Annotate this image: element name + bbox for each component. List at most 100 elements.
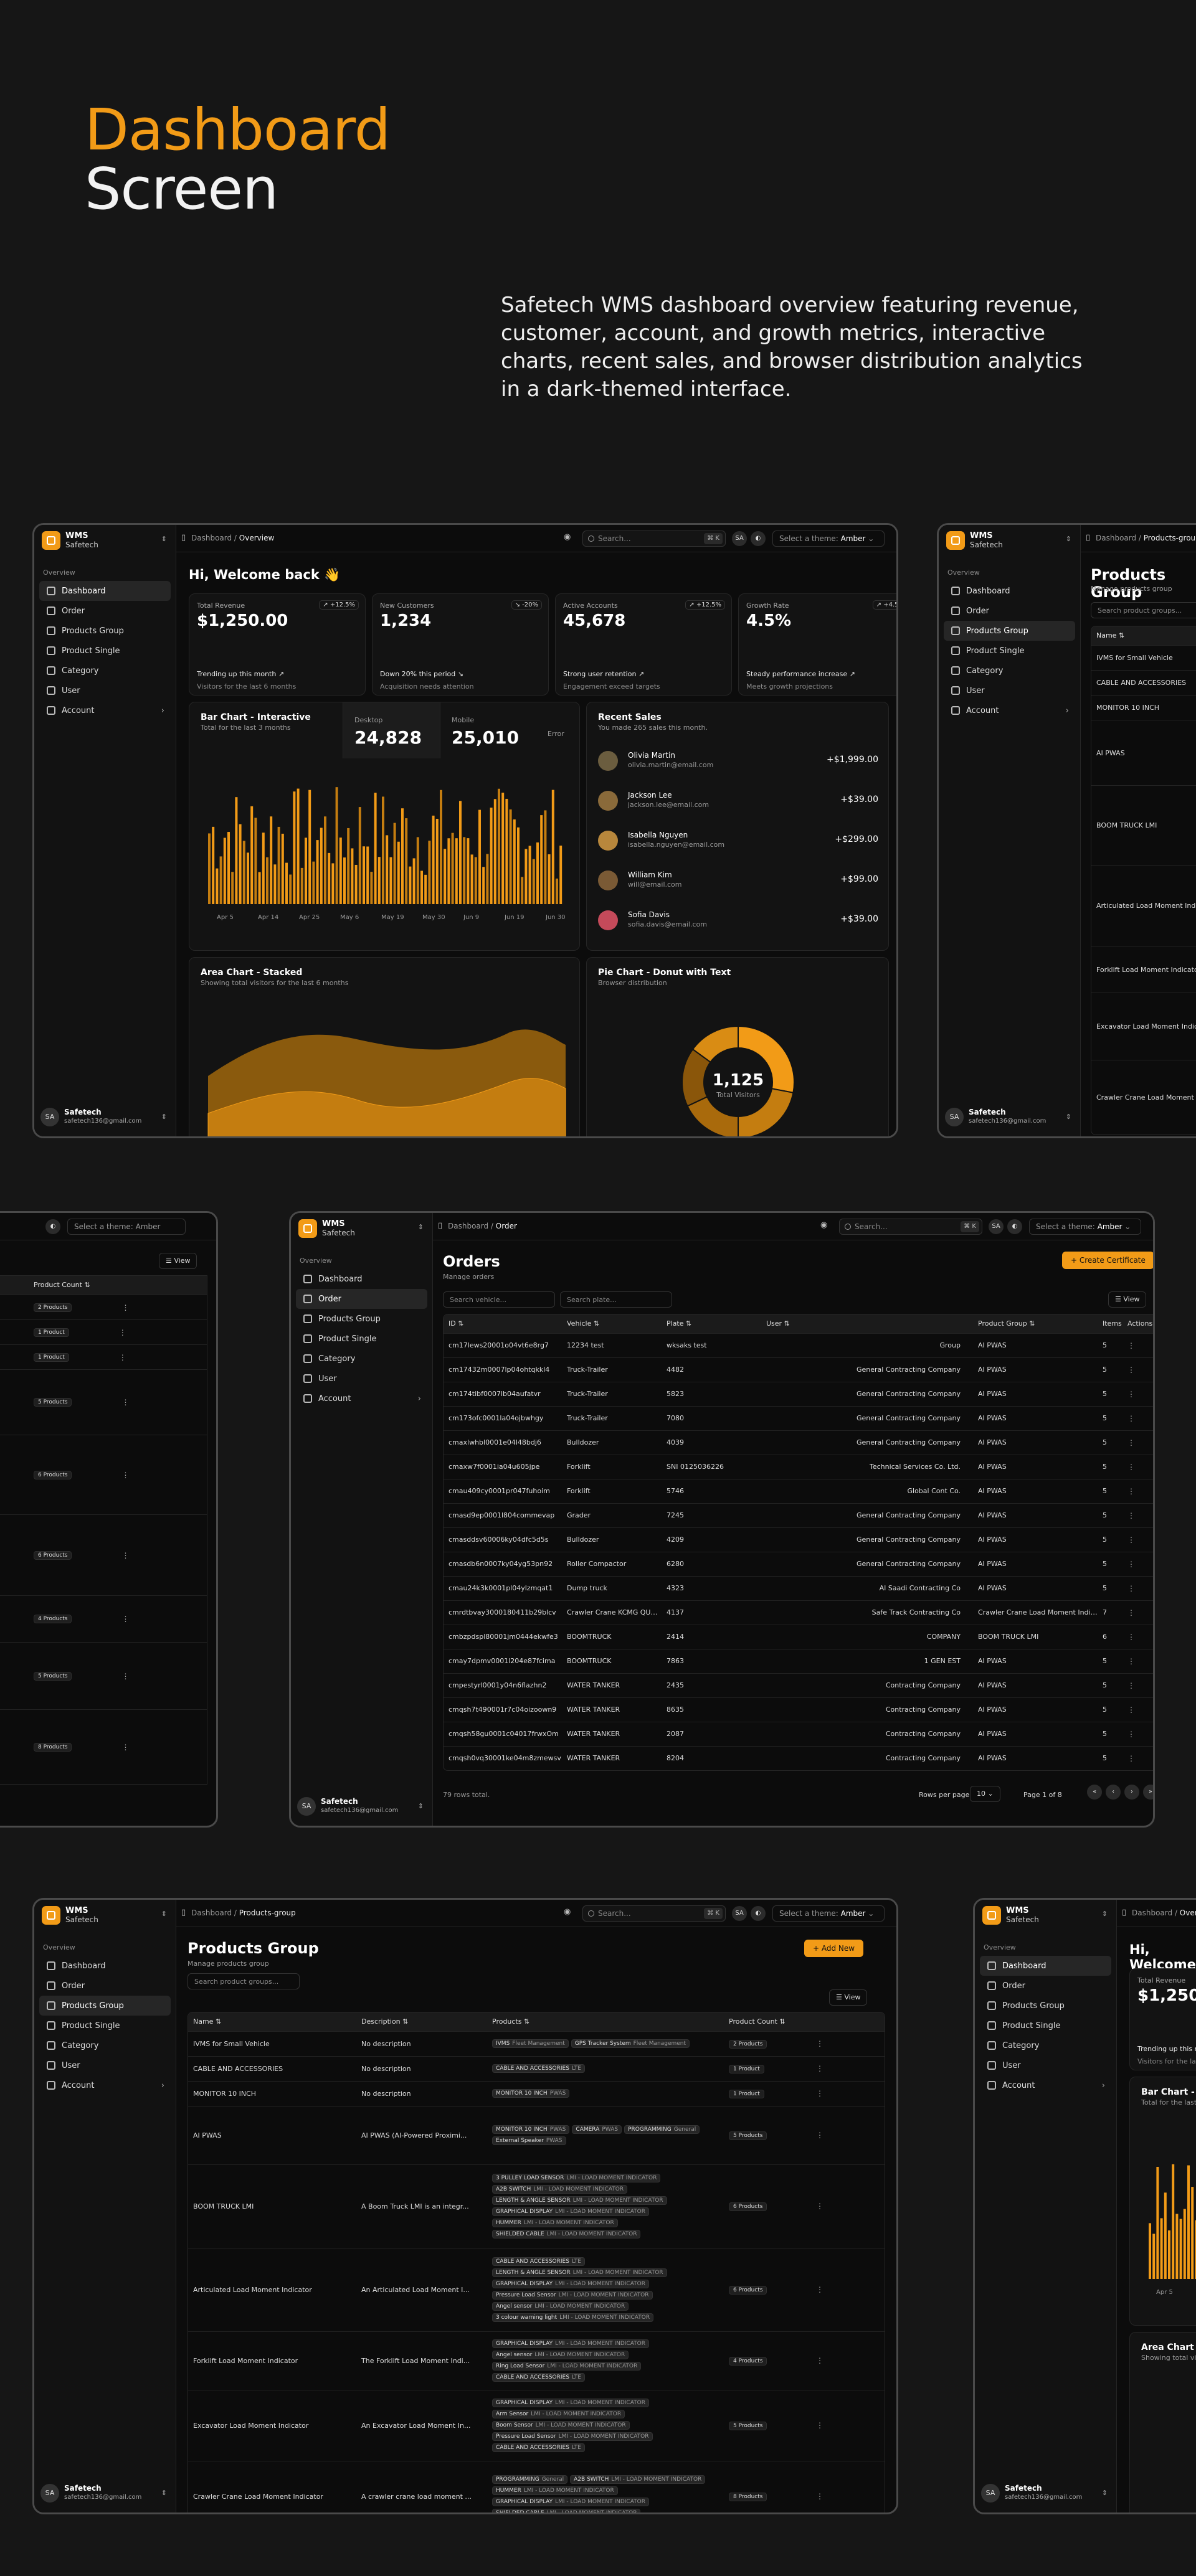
bar[interactable] xyxy=(474,857,477,904)
theme-select[interactable]: Select a theme: Amber ⌄ xyxy=(772,531,885,547)
breadcrumb-root[interactable]: Dashboard xyxy=(191,534,232,542)
breadcrumb-root[interactable]: Dashboard xyxy=(191,1908,232,1917)
row-actions-icon[interactable]: ⋮ xyxy=(1122,1600,1153,1625)
bar[interactable] xyxy=(509,809,512,904)
table-row[interactable]: cm17lews20001o04vt6e8rg7 12234 test wksaks… xyxy=(444,1333,1153,1357)
bar[interactable] xyxy=(293,791,296,904)
column-header[interactable]: Plate ⇅ xyxy=(662,1314,761,1333)
sidebar-user[interactable]: SA Safetech safetech136@gmail.com ⇕ xyxy=(40,1105,169,1130)
user-avatar-button[interactable]: SA xyxy=(732,1906,747,1921)
bar[interactable] xyxy=(247,852,249,904)
table-row[interactable]: 1 Product ⋮ xyxy=(0,1319,207,1344)
sidebar-item-user[interactable]: User xyxy=(944,681,1075,701)
row-actions-icon[interactable]: ⋮ xyxy=(1122,1405,1153,1430)
table-row[interactable]: Articulated Load Moment Indicator xyxy=(1091,865,1196,946)
sidebar-item-order[interactable]: Order xyxy=(39,601,171,621)
row-actions-icon[interactable]: ⋮ xyxy=(121,1672,129,1681)
bar[interactable] xyxy=(1160,2218,1163,2279)
table-row[interactable]: CABLE AND ACCESSORIES xyxy=(1091,670,1196,695)
bar[interactable] xyxy=(405,818,408,904)
bar[interactable] xyxy=(363,846,365,904)
table-row[interactable]: cmaxw7f0001ia04u605jpe Forklift SNI 012503… xyxy=(444,1454,1153,1479)
mobile-tab[interactable]: Mobile 25,010 xyxy=(440,702,537,758)
row-actions-icon[interactable]: ⋮ xyxy=(1122,1527,1153,1552)
sidebar-item-products-group[interactable]: Products Group xyxy=(39,1996,171,2016)
row-actions-icon[interactable]: ⋮ xyxy=(811,2080,885,2106)
breadcrumb-root[interactable]: Dashboard xyxy=(1096,534,1136,542)
bar[interactable] xyxy=(351,848,354,904)
row-actions-icon[interactable]: ⋮ xyxy=(811,2247,885,2331)
bar[interactable] xyxy=(440,790,442,904)
row-actions-icon[interactable]: ⋮ xyxy=(121,1303,129,1312)
search-vehicle-input[interactable]: Search vehicle... xyxy=(443,1291,555,1308)
table-row[interactable]: cmay7dpmv0001l204e87fcima BOOMTRUCK 7863 1 … xyxy=(444,1648,1153,1673)
bar[interactable] xyxy=(231,872,234,904)
sidebar-toggle-icon[interactable]: ▯ xyxy=(181,1908,186,1917)
create-certificate-button[interactable]: + Create Certificate xyxy=(1062,1252,1153,1269)
bar[interactable] xyxy=(254,818,257,904)
sidebar-item-dashboard[interactable]: Dashboard xyxy=(944,581,1075,601)
sidebar-item-product-single[interactable]: Product Single xyxy=(39,641,171,661)
row-actions-icon[interactable]: ⋮ xyxy=(811,2460,885,2512)
sidebar-item-account[interactable]: Account › xyxy=(39,2075,171,2095)
sidebar-item-account[interactable]: Account › xyxy=(296,1389,427,1408)
bar[interactable] xyxy=(1172,2164,1175,2279)
column-header[interactable]: Name ⇅ xyxy=(1091,626,1196,645)
bar[interactable] xyxy=(455,838,458,904)
sidebar-item-user[interactable]: User xyxy=(39,681,171,701)
user-avatar-button[interactable]: SA xyxy=(989,1219,1004,1234)
breadcrumb-root[interactable]: Dashboard xyxy=(1132,1908,1172,1917)
table-row[interactable]: 8 Products ⋮ xyxy=(0,1709,207,1784)
table-row[interactable]: cmqsh7t490001r7c04oizoown9 WATER TANKER 86… xyxy=(444,1697,1153,1722)
bar[interactable] xyxy=(250,806,254,904)
table-row[interactable]: 6 Products ⋮ xyxy=(0,1435,207,1514)
column-header[interactable]: ID ⇅ xyxy=(444,1314,562,1333)
bar[interactable] xyxy=(258,872,261,904)
bar[interactable] xyxy=(235,797,238,904)
sidebar-toggle-icon[interactable]: ▯ xyxy=(438,1221,442,1230)
row-actions-icon[interactable]: ⋮ xyxy=(811,2164,885,2248)
view-options-button[interactable]: ☰ View xyxy=(159,1253,197,1269)
bar[interactable] xyxy=(223,837,226,904)
sidebar-item-order[interactable]: Order xyxy=(980,1976,1111,1996)
sidebar-user[interactable]: SA Safetech safetech136@gmail.com ⇕ xyxy=(297,1795,426,1819)
row-actions-icon[interactable]: ⋮ xyxy=(121,1743,129,1752)
bar[interactable] xyxy=(277,826,280,904)
row-actions-icon[interactable]: ⋮ xyxy=(1122,1721,1153,1746)
table-row[interactable]: BOOM TRUCK LMI xyxy=(1091,785,1196,865)
column-header[interactable]: Product Count ⇅ xyxy=(0,1276,207,1295)
bar[interactable] xyxy=(308,790,311,904)
github-icon[interactable]: ◉ xyxy=(564,532,571,542)
bar[interactable] xyxy=(424,874,427,904)
bar[interactable] xyxy=(339,837,342,904)
sidebar-item-category[interactable]: Category xyxy=(39,661,171,681)
row-actions-icon[interactable]: ⋮ xyxy=(1122,1357,1153,1382)
bar[interactable] xyxy=(335,787,338,904)
bar[interactable] xyxy=(242,841,245,904)
bar[interactable] xyxy=(416,837,419,904)
theme-select[interactable]: Select a theme: Amber ⌄ xyxy=(1029,1219,1141,1235)
bar[interactable] xyxy=(331,863,335,904)
sidebar-user[interactable]: SA Safetech safetech136@gmail.com ⇕ xyxy=(981,2481,1110,2506)
recent-sale-row[interactable]: Jackson Lee jackson.lee@email.com +$39.00 xyxy=(598,787,878,814)
breadcrumb-root[interactable]: Dashboard xyxy=(448,1222,488,1230)
sidebar-item-order[interactable]: Order xyxy=(296,1289,427,1309)
table-row[interactable]: Excavator Load Moment Indicator An Excava… xyxy=(188,2389,885,2461)
table-row[interactable]: 5 Products ⋮ xyxy=(0,1642,207,1709)
table-row[interactable]: MONITOR 10 INCH xyxy=(1091,695,1196,720)
row-actions-icon[interactable]: ⋮ xyxy=(1122,1745,1153,1770)
table-row[interactable]: IVMS for Small Vehicle xyxy=(1091,645,1196,670)
bar[interactable] xyxy=(212,826,215,904)
recent-sale-row[interactable]: William Kim will@email.com +$99.00 xyxy=(598,867,878,894)
sidebar-item-products-group[interactable]: Products Group xyxy=(944,621,1075,641)
table-row[interactable]: cmasdb6n0007ky04yg53pn92 Roller Compactor… xyxy=(444,1551,1153,1576)
view-options-button[interactable]: ☰ View xyxy=(1108,1291,1147,1308)
column-header[interactable]: User ⇅ xyxy=(761,1314,973,1333)
table-row[interactable]: IVMS for Small Vehicle No description IVMS… xyxy=(188,2031,885,2056)
bar[interactable] xyxy=(1187,2165,1190,2279)
bar[interactable] xyxy=(447,838,450,904)
bar[interactable] xyxy=(544,810,547,904)
bar[interactable] xyxy=(266,857,268,904)
github-icon[interactable]: ◉ xyxy=(564,1907,571,1917)
chevron-updown-icon[interactable]: ⇕ xyxy=(161,535,167,543)
